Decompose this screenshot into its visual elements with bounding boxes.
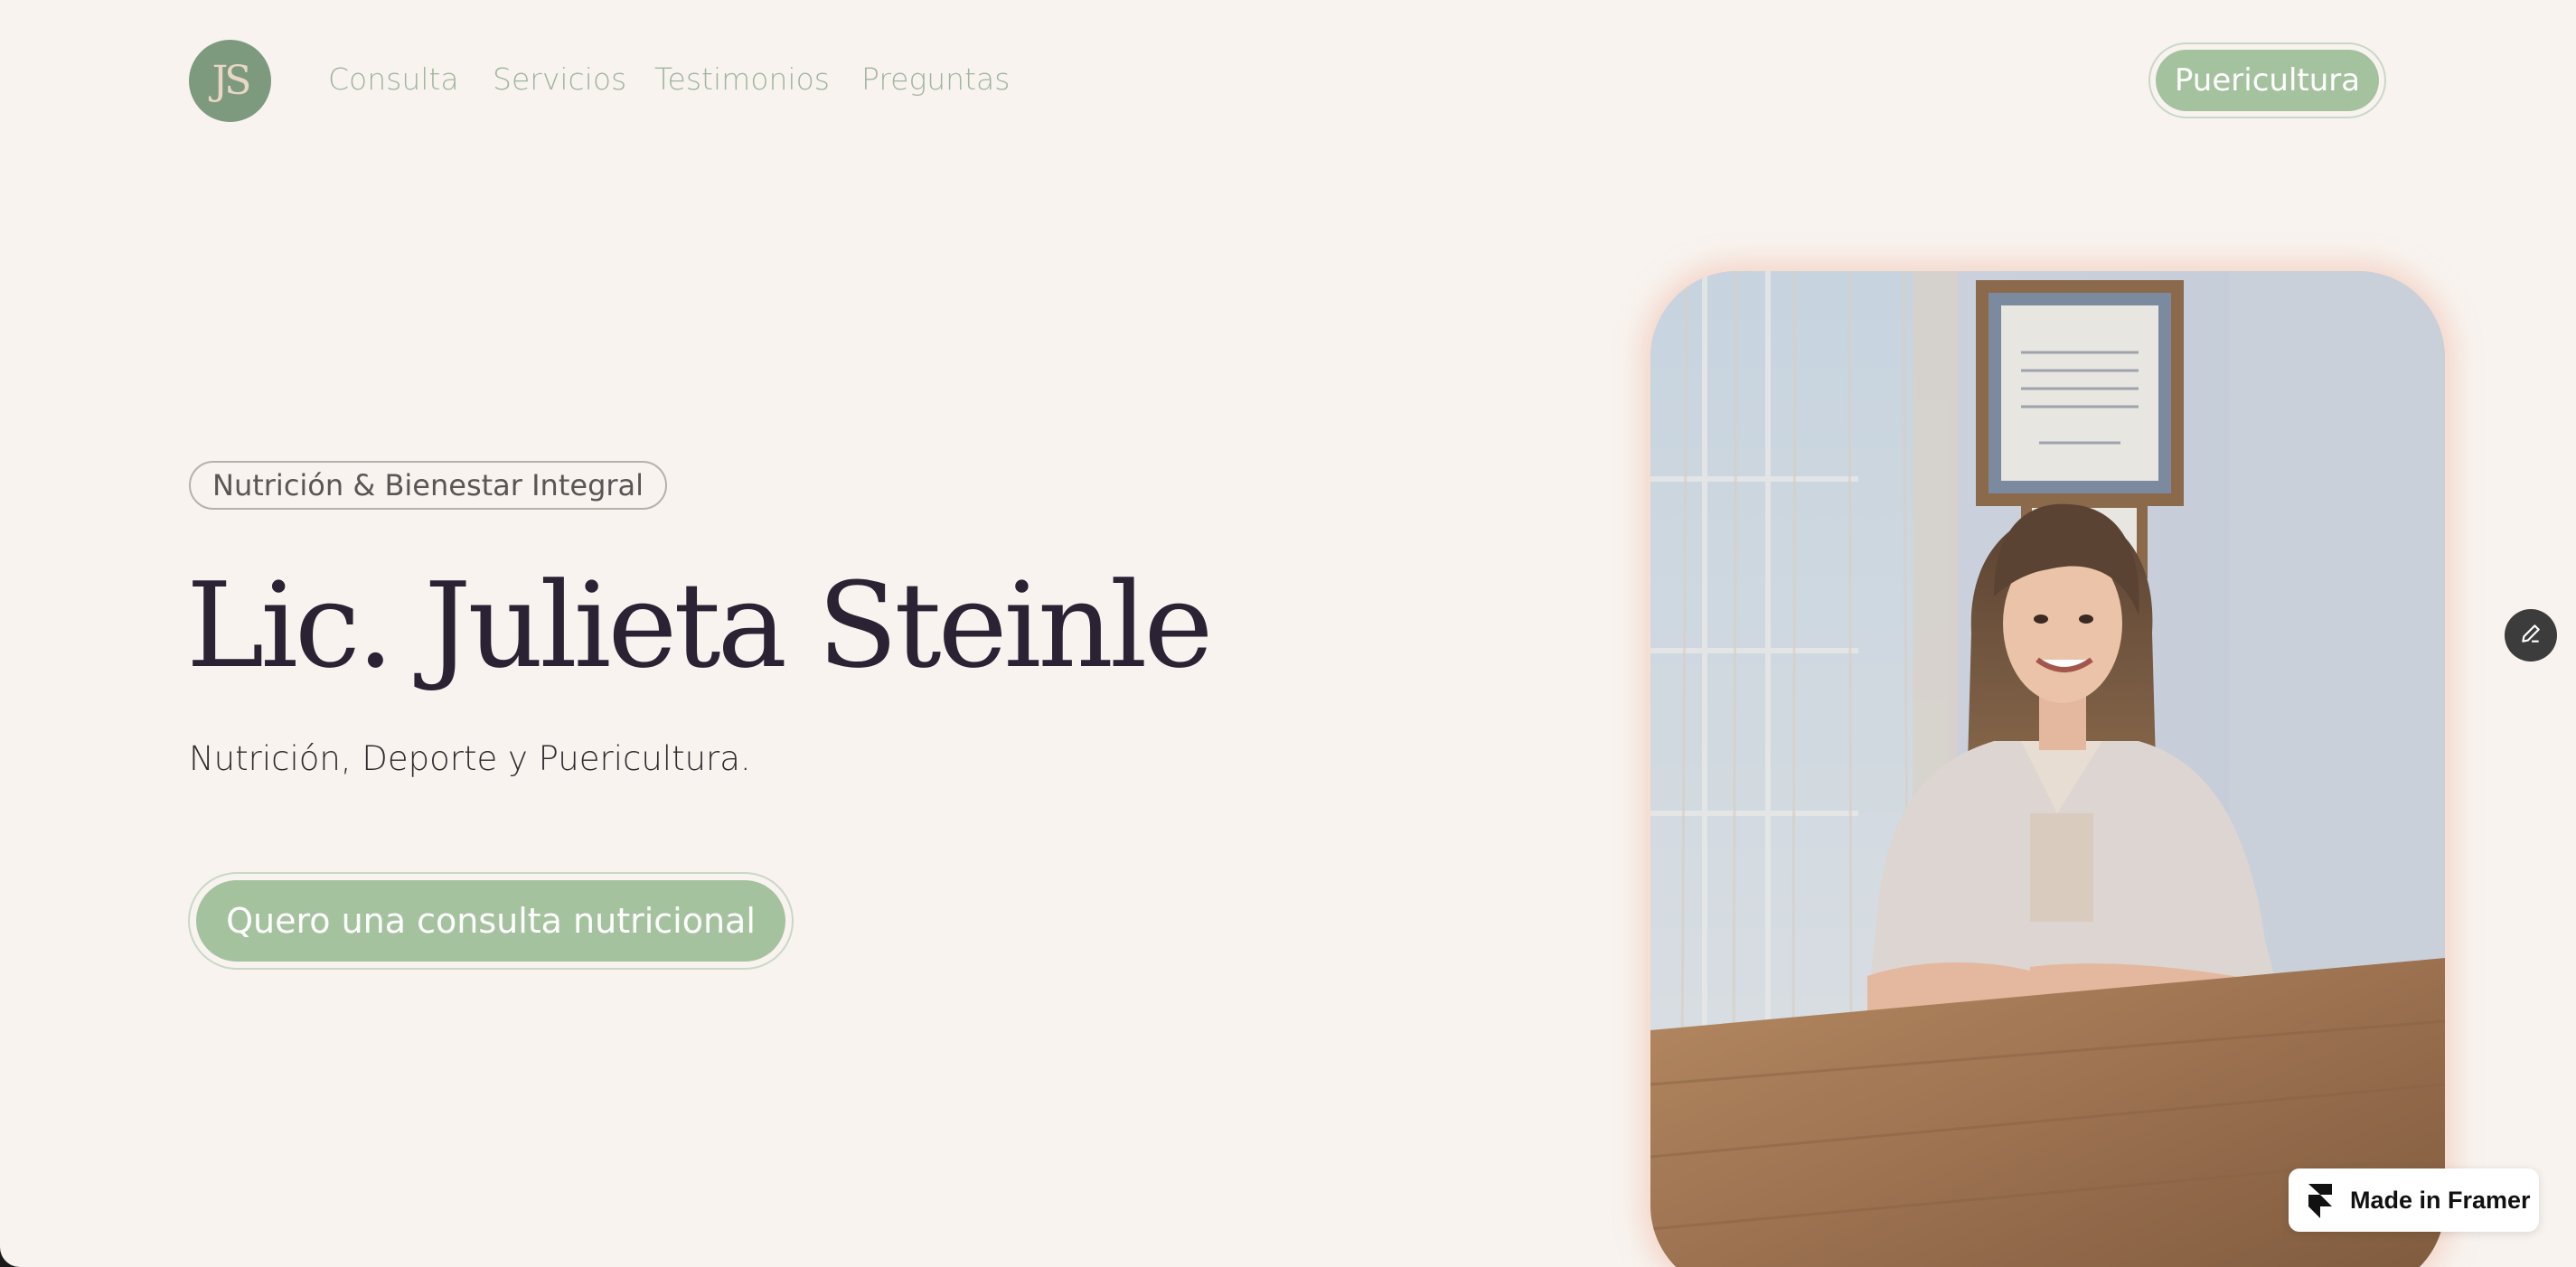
site-logo[interactable]: JS xyxy=(189,40,271,122)
nav-link-consulta[interactable]: Consulta xyxy=(328,60,459,99)
landing-page: JS Consulta Servicios Testimonios Pregun… xyxy=(0,0,2576,1267)
puericultura-button[interactable]: Puericultura xyxy=(2156,50,2379,111)
hero-subtitle: Nutrición, Deporte y Puericultura. xyxy=(189,739,751,778)
hero-title: Lic. Julieta Steinle xyxy=(186,557,1213,694)
portrait-photo xyxy=(1650,271,2445,1267)
logo-text: JS xyxy=(212,58,252,104)
nav-link-servicios[interactable]: Servicios xyxy=(493,60,626,99)
made-in-framer-label: Made in Framer xyxy=(2350,1186,2531,1214)
consulta-button-frame: Quero una consulta nutricional xyxy=(188,872,794,970)
nav-link-preguntas[interactable]: Preguntas xyxy=(861,60,1010,99)
pencil-icon xyxy=(2519,622,2543,649)
framer-logo-icon xyxy=(2305,1182,2336,1218)
edit-button[interactable] xyxy=(2505,609,2557,662)
nav-link-testimonios[interactable]: Testimonios xyxy=(654,60,830,99)
consulta-button[interactable]: Quero una consulta nutricional xyxy=(196,880,785,962)
hero-tag: Nutrición & Bienestar Integral xyxy=(189,461,668,510)
made-in-framer-badge[interactable]: Made in Framer xyxy=(2289,1168,2539,1232)
puericultura-button-frame: Puericultura xyxy=(2148,42,2386,118)
